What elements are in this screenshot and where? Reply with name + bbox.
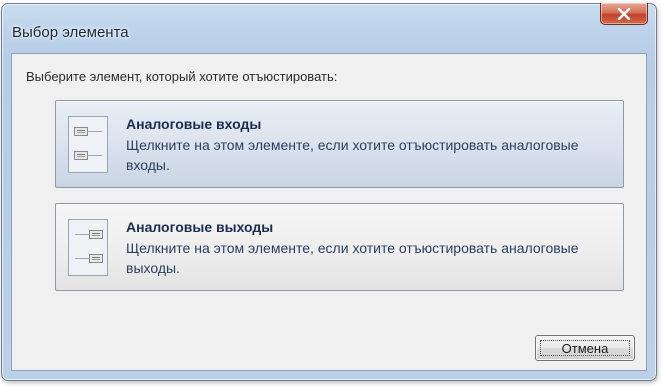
close-button[interactable] bbox=[600, 3, 648, 25]
cancel-button[interactable]: Отмена bbox=[535, 335, 635, 361]
window-title: Выбор элемента bbox=[12, 24, 129, 41]
analog-inputs-icon bbox=[68, 116, 108, 173]
option-title: Аналоговые входы bbox=[126, 116, 262, 132]
analog-outputs-icon bbox=[68, 219, 108, 276]
focus-rectangle bbox=[540, 340, 630, 356]
option-analog-inputs[interactable]: Аналоговые входы Щелкните на этом элемен… bbox=[55, 100, 624, 188]
option-title: Аналоговые выходы bbox=[126, 219, 274, 235]
close-x-icon bbox=[617, 7, 631, 20]
option-description: Щелкните на этом элементе, если хотите о… bbox=[126, 240, 579, 276]
option-analog-outputs[interactable]: Аналоговые выходы Щелкните на этом элеме… bbox=[55, 203, 624, 291]
prompt-label: Выберите элемент, который хотите отъюсти… bbox=[26, 69, 338, 84]
option-description: Щелкните на этом элементе, если хотите о… bbox=[126, 137, 579, 173]
dialog-client-area: Выберите элемент, который хотите отъюсти… bbox=[11, 53, 647, 371]
dialog-window: Выбор элемента Выберите элемент, который… bbox=[1, 3, 657, 381]
